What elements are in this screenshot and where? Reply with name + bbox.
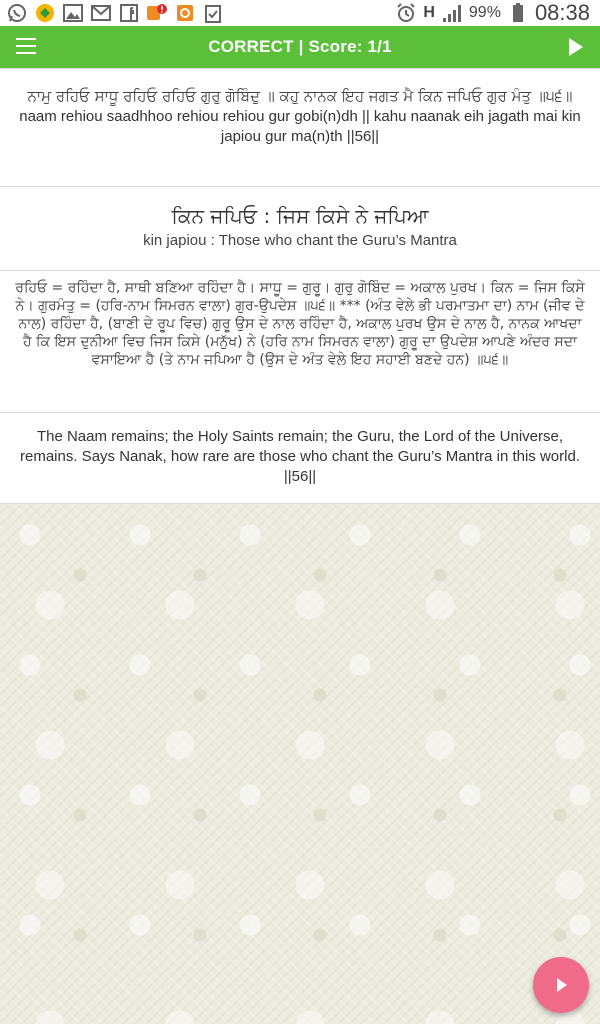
notification-icons: [0, 3, 224, 23]
battery-percent: 99%: [468, 4, 501, 21]
puzzle-app-icon: [34, 3, 56, 23]
system-status: H 99% 08:38: [395, 0, 600, 26]
network-type: H: [423, 4, 435, 21]
translation-section: The Naam remains; the Holy Saints remain…: [0, 412, 600, 504]
verse-section: ਨਾਮੁ ਰਹਿਓ ਸਾਧੂ ਰਹਿਓ ਰਹਿਓ ਗੁਰੁ ਗੋਬਿੰਦੁ ॥ …: [0, 68, 600, 186]
alarm-icon: [395, 3, 417, 23]
lace-background: [0, 505, 600, 1024]
menu-icon-line: [16, 52, 36, 54]
menu-icon-line: [16, 38, 36, 40]
word-gurmukhi: ਕਿਨ ਜਪਿਓ : ਜਿਸ ਕਿਸੇ ਨੇ ਜਪਿਆ: [171, 204, 429, 228]
meaning-gurmukhi: ਰਹਿਓ = ਰਹਿੰਦਾ ਹੈ, ਸਾਥੀ ਬਣਿਆ ਰਹਿੰਦਾ ਹੈ। ਸ…: [15, 280, 585, 368]
next-button[interactable]: [566, 36, 586, 58]
battery-icon: [507, 3, 529, 23]
clock-time: 08:38: [534, 0, 590, 25]
gmail-icon: [90, 3, 112, 23]
verse-transliteration: naam rehiou saadhhoo rehiou rehiou gur g…: [19, 108, 581, 145]
play-icon: [557, 978, 567, 992]
play-icon: [569, 38, 583, 56]
word-section: ਕਿਨ ਜਪਿਓ : ਜਿਸ ਕਿਸੇ ਨੇ ਜਪਿਆ kin japiou :…: [0, 186, 600, 270]
whatsapp-icon: [6, 3, 28, 23]
quikr-alert-icon: [146, 3, 168, 23]
gallery-icon: [62, 3, 84, 23]
menu-button[interactable]: [16, 38, 36, 56]
signal-icon: [441, 3, 463, 23]
content-panel: ਨਾਮੁ ਰਹਿਓ ਸਾਧੂ ਰਹਿਓ ਰਹਿਓ ਗੁਰੁ ਗੋਬਿੰਦੁ ॥ …: [0, 68, 600, 504]
app-bar: CORRECT | Score: 1/1: [0, 26, 600, 68]
page-title: CORRECT | Score: 1/1: [208, 37, 392, 56]
verse-gurmukhi: ਨਾਮੁ ਰਹਿਓ ਸਾਧੂ ਰਹਿਓ ਰਹਿਓ ਗੁਰੁ ਗੋਬਿੰਦੁ ॥ …: [27, 87, 573, 105]
english-translation: The Naam remains; the Holy Saints remain…: [20, 428, 580, 485]
menu-icon-line: [16, 45, 36, 47]
quikr-icon: [174, 3, 196, 23]
meaning-section: ਰਹਿਓ = ਰਹਿੰਦਾ ਹੈ, ਸਾਥੀ ਬਣਿਆ ਰਹਿੰਦਾ ਹੈ। ਸ…: [0, 270, 600, 412]
play-fab-button[interactable]: [533, 957, 589, 1013]
clipboard-check-icon: [202, 3, 224, 23]
word-meaning: kin japiou : Those who chant the Guru’s …: [143, 232, 457, 249]
status-bar: H 99% 08:38: [0, 0, 600, 26]
facebook-icon: [118, 3, 140, 23]
